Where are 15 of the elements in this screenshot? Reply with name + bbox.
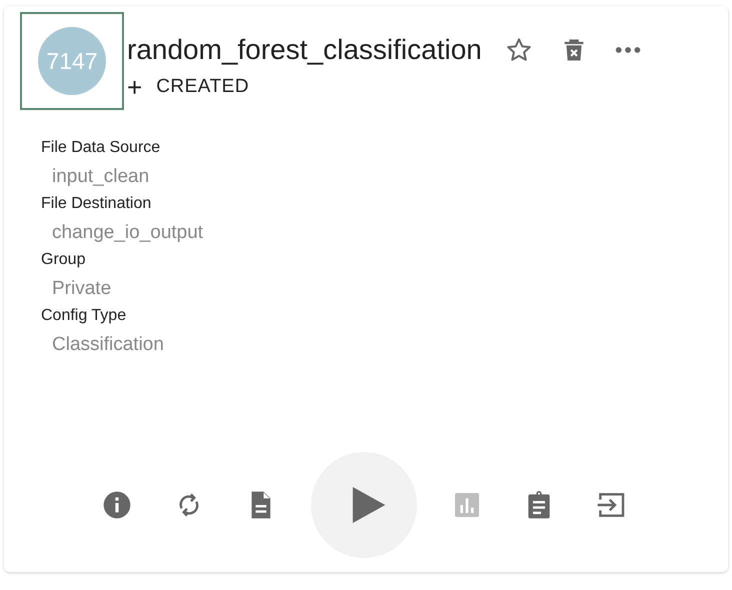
info-icon[interactable] (101, 489, 133, 521)
field-value: change_io_output (51, 221, 204, 245)
status-label: CREATED (156, 76, 250, 98)
field-label: Config Type (41, 306, 126, 326)
config-title: random_forest_classification (127, 34, 482, 66)
avatar-badge: 7147 (38, 27, 106, 95)
more-icon[interactable] (614, 45, 642, 55)
field-label: File Destination (41, 194, 152, 214)
field-label: File Data Source (41, 138, 160, 158)
field-label: Group (41, 250, 86, 270)
field-value: Classification (51, 333, 164, 357)
field-value: Private (51, 277, 112, 301)
plus-icon: + (127, 74, 142, 100)
avatar-focus-frame[interactable]: 7147 (20, 12, 124, 110)
field-value: input_clean (51, 165, 150, 189)
